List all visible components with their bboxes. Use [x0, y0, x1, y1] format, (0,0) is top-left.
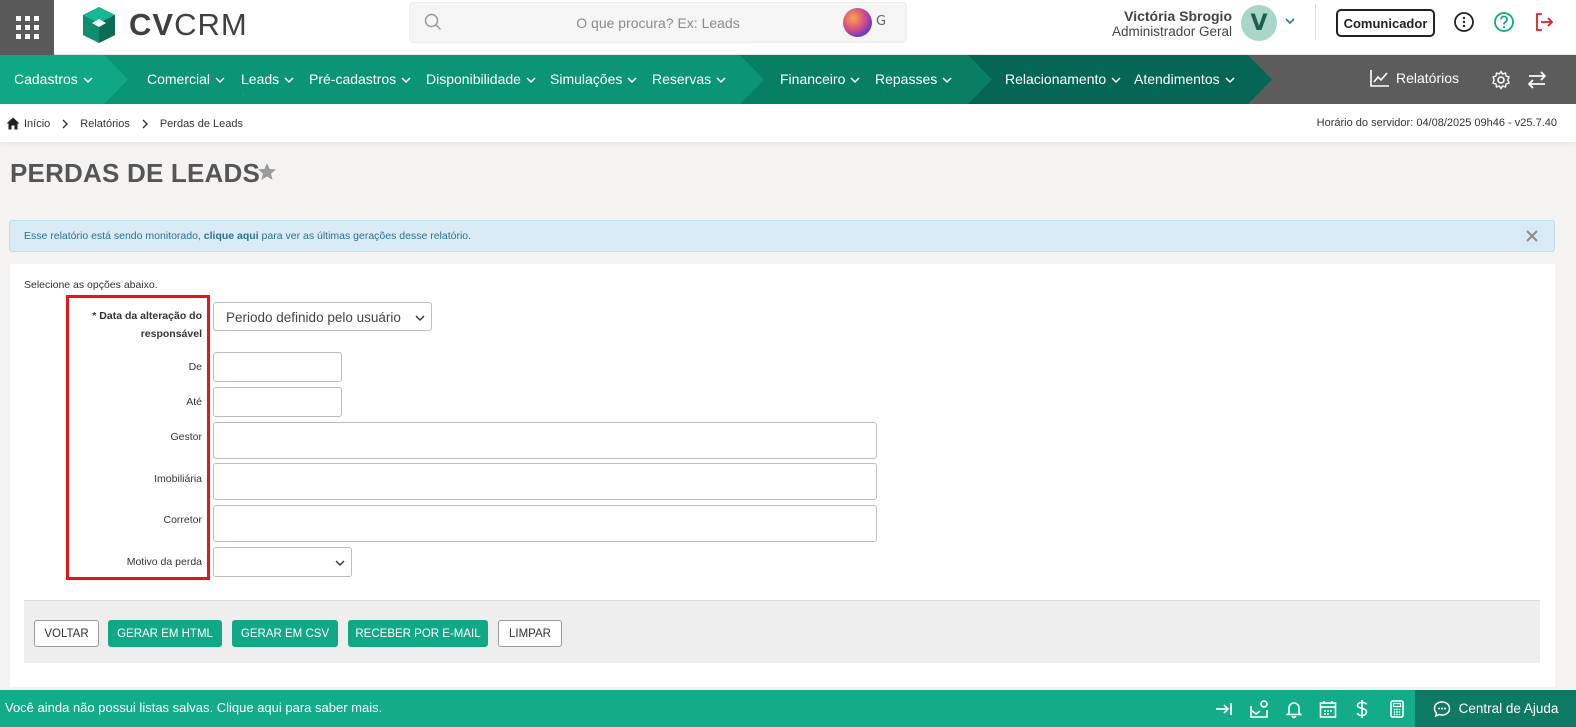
page-title: PERDAS DE LEADS	[10, 158, 261, 188]
chevron-down-icon	[415, 315, 425, 321]
server-time: Horário do servidor: 04/08/2025 09h46 - …	[1316, 117, 1557, 129]
search-input[interactable]: O que procura? Ex: Leads G	[409, 2, 907, 43]
help-icon[interactable]	[1493, 11, 1515, 33]
nav-item-simulacoes[interactable]: Simulações	[550, 71, 637, 87]
chat-bubble-icon	[1433, 700, 1450, 717]
nav-item-cadastros[interactable]: Cadastros	[14, 71, 93, 87]
user-info[interactable]: Victória Sbrogio Administrador Geral	[1112, 8, 1232, 39]
apps-grid-icon	[15, 16, 39, 39]
de-label: De	[188, 361, 202, 373]
top-bar: CVCRM O que procura? Ex: Leads G Victóri…	[0, 0, 1576, 55]
switch-arrows-icon[interactable]	[1527, 70, 1547, 90]
chevron-right-icon	[141, 119, 149, 129]
nav-item-repasses[interactable]: Repasses	[875, 71, 952, 87]
collapse-right-icon[interactable]	[1214, 699, 1234, 719]
motivo-label: Motivo da perda	[126, 556, 202, 568]
form-actions: VOLTAR GERAR EM HTML GERAR EM CSV RECEBE…	[24, 600, 1540, 663]
gerar-html-button[interactable]: GERAR EM HTML	[108, 620, 222, 647]
breadcrumb-bar: Início Relatórios Perdas de Leads Horári…	[0, 104, 1576, 142]
info-icon[interactable]	[1453, 11, 1475, 33]
nav-item-comercial[interactable]: Comercial	[147, 71, 225, 87]
search-placeholder: O que procura? Ex: Leads	[576, 15, 740, 31]
nav-item-atendimentos[interactable]: Atendimentos	[1134, 71, 1235, 87]
date-label: * Data da alteração do responsável	[92, 310, 202, 340]
receber-email-button[interactable]: RECEBER POR E-MAIL	[348, 620, 488, 647]
form-hint: Selecione as opções abaixo.	[24, 279, 158, 291]
monitor-alert: Esse relatório está sendo monitorado, cl…	[9, 220, 1555, 252]
ate-date-input[interactable]	[213, 387, 342, 417]
logout-icon[interactable]	[1533, 11, 1555, 33]
motivo-select[interactable]	[213, 547, 352, 577]
dollar-icon[interactable]	[1352, 699, 1372, 719]
user-name: Victória Sbrogio	[1124, 8, 1232, 24]
comunicador-button[interactable]: Comunicador	[1336, 9, 1435, 37]
chevron-down-icon[interactable]	[1284, 15, 1296, 27]
nav-item-pre-cadastros[interactable]: Pré-cadastros	[309, 71, 411, 87]
map-pin-icon[interactable]	[1249, 699, 1269, 719]
limpar-button[interactable]: LIMPAR	[498, 620, 562, 647]
ai-assistant-letter: G	[876, 14, 887, 29]
nav-item-leads[interactable]: Leads	[241, 71, 294, 87]
help-center-button[interactable]: Central de Ajuda	[1415, 690, 1576, 727]
gear-icon[interactable]	[1491, 70, 1511, 90]
nav-item-relatorios[interactable]: Relatórios	[1370, 69, 1459, 87]
breadcrumb-relatorios[interactable]: Relatórios	[80, 118, 130, 130]
breadcrumb: Início Relatórios Perdas de Leads	[6, 117, 243, 130]
nav-item-financeiro[interactable]: Financeiro	[780, 71, 860, 87]
avatar[interactable]: V	[1241, 5, 1277, 41]
breadcrumb-inicio[interactable]: Início	[24, 118, 50, 130]
chevron-down-icon	[335, 560, 345, 566]
gestor-label: Gestor	[170, 431, 202, 443]
main-nav: Cadastros Comercial Leads Pré-cadastros …	[0, 55, 1576, 104]
corretor-input[interactable]	[213, 505, 877, 542]
nav-item-disponibilidade[interactable]: Disponibilidade	[426, 71, 536, 87]
logo-text: CVCRM	[129, 7, 248, 42]
imobiliaria-label: Imobiliária	[154, 473, 202, 485]
bell-icon[interactable]	[1284, 699, 1304, 719]
calculator-icon[interactable]	[1387, 699, 1407, 719]
nav-item-relacionamento[interactable]: Relacionamento	[1005, 71, 1121, 87]
bottom-bar: Você ainda não possui listas salvas. Cli…	[0, 690, 1576, 727]
saved-lists-message[interactable]: Você ainda não possui listas salvas. Cli…	[5, 700, 382, 715]
breadcrumb-current: Perdas de Leads	[159, 117, 243, 130]
apps-menu-button[interactable]	[0, 0, 54, 55]
home-icon[interactable]	[6, 117, 20, 130]
user-role: Administrador Geral	[1111, 24, 1232, 39]
voltar-button[interactable]: VOLTAR	[34, 620, 99, 647]
imobiliaria-input[interactable]	[213, 463, 877, 500]
close-icon[interactable]	[1526, 230, 1538, 242]
ai-assistant-icon[interactable]	[843, 8, 872, 37]
alert-link[interactable]: clique aqui	[204, 230, 259, 242]
chevron-right-icon	[61, 119, 69, 129]
chart-line-icon	[1370, 70, 1389, 87]
divider	[1315, 4, 1316, 40]
corretor-label: Corretor	[163, 514, 202, 526]
ate-label: Até	[186, 396, 202, 408]
nav-item-reservas[interactable]: Reservas	[652, 71, 726, 87]
gestor-input[interactable]	[213, 422, 877, 459]
date-period-select[interactable]: Periodo definido pelo usuário	[213, 302, 432, 331]
gerar-csv-button[interactable]: GERAR EM CSV	[232, 620, 338, 647]
logo[interactable]: CVCRM	[79, 5, 248, 45]
calendar-icon[interactable]	[1318, 699, 1338, 719]
de-date-input[interactable]	[213, 352, 342, 382]
logo-mark-icon	[83, 7, 115, 43]
star-icon[interactable]	[257, 162, 277, 182]
alert-text: Esse relatório está sendo monitorado, cl…	[24, 230, 472, 242]
